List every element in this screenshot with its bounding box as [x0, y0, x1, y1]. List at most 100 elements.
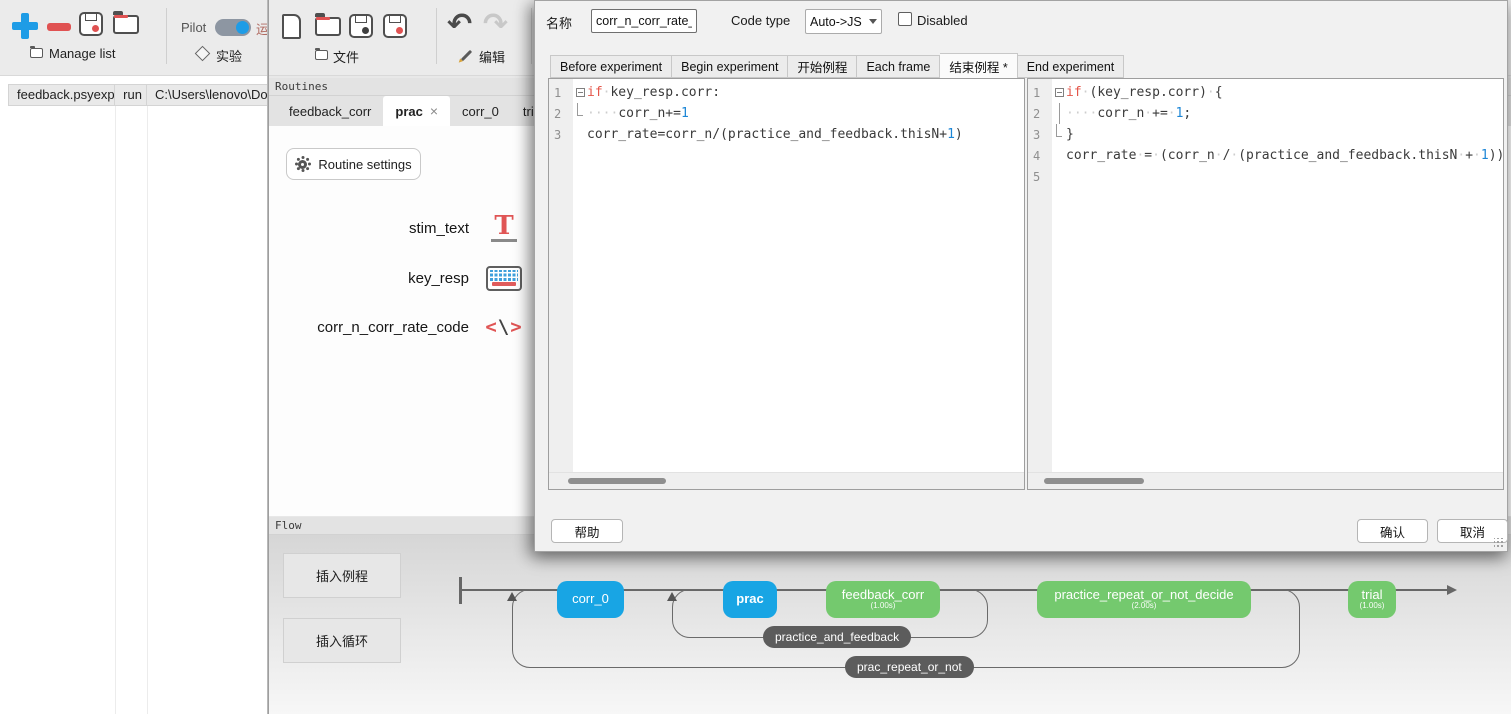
token: } — [1066, 127, 1074, 142]
experiment-file-cell[interactable]: feedback.psyexp — [9, 85, 115, 105]
list-column-divider — [147, 106, 148, 714]
routine-tab-corr_0[interactable]: corr_0 — [450, 96, 511, 126]
disabled-label: Disabled — [917, 13, 968, 28]
routine-tab-label: prac — [395, 104, 422, 119]
fold-box-icon[interactable] — [1055, 88, 1064, 97]
code-tab-Before_experiment[interactable]: Before experiment — [550, 55, 672, 78]
fold-marker — [1052, 124, 1066, 145]
undo-icon[interactable]: ↶ — [447, 10, 472, 40]
token: · — [1168, 106, 1176, 121]
code-type-select[interactable]: Auto->JS — [805, 9, 882, 34]
code-tab-结束例程__[interactable]: 结束例程 * — [940, 53, 1017, 79]
experiment-action-cell[interactable]: run — [115, 85, 147, 105]
pilot-toggle-knob — [236, 21, 249, 34]
token: = — [673, 106, 681, 121]
save-as-icon[interactable] — [383, 14, 407, 38]
token: / — [712, 127, 720, 142]
code-editors: 1if·key_resp.corr:2····corr_n+=13corr_ra… — [548, 78, 1504, 490]
add-experiment-icon[interactable] — [12, 13, 38, 39]
flow-routine-prac[interactable]: prac — [723, 581, 777, 618]
line-number: 4 — [1028, 149, 1052, 163]
component-stim_text[interactable]: stim_textT — [285, 215, 523, 242]
routine-tab-prac[interactable]: prac × — [383, 96, 450, 126]
token: . — [673, 85, 681, 100]
list-column-divider — [115, 106, 116, 714]
flow-routine-trial[interactable]: trial(1.00s) — [1348, 581, 1396, 618]
insert-loop-button[interactable]: 插入循环 — [283, 618, 401, 663]
insert-routine-button[interactable]: 插入例程 — [283, 553, 401, 598]
help-button[interactable]: 帮助 — [551, 519, 623, 543]
open-list-icon[interactable] — [113, 15, 139, 34]
js-code-editor[interactable]: 1if·(key_resp.corr)·{2····corr_n·+=·1;3}… — [1027, 78, 1504, 490]
chevron-down-icon — [869, 19, 877, 24]
close-icon[interactable]: × — [430, 103, 438, 119]
experiment-path-cell[interactable]: C:\Users\lenovo\Do — [147, 85, 267, 105]
token: + — [939, 127, 947, 142]
save-list-icon[interactable] — [79, 12, 103, 36]
flow-routine-corr_0[interactable]: corr_0 — [557, 581, 624, 618]
fold-box-icon[interactable] — [576, 88, 585, 97]
open-file-icon[interactable] — [315, 17, 341, 36]
flow-loop-label-prac_repeat_or_not[interactable]: prac_repeat_or_not — [845, 656, 974, 678]
line-number: 5 — [1028, 170, 1052, 184]
horizontal-scrollbar[interactable] — [1028, 472, 1503, 489]
token: ) — [1489, 148, 1497, 163]
flow-routine-name: prac — [736, 592, 763, 606]
token: corr_rate — [587, 127, 657, 142]
remove-experiment-icon[interactable] — [47, 23, 71, 31]
routine-tab-feedback_corr[interactable]: feedback_corr — [277, 96, 383, 126]
experiment-list-row[interactable]: feedback.psyexp run C:\Users\lenovo\Do — [8, 84, 268, 106]
save-icon[interactable] — [349, 14, 373, 38]
horizontal-scrollbar[interactable] — [549, 472, 1024, 489]
fold-guide-end — [1056, 124, 1062, 145]
python-code-editor[interactable]: 1if·key_resp.corr:2····corr_n+=13corr_ra… — [548, 78, 1025, 490]
folder-icon — [30, 48, 43, 58]
runner-window: Manage list Pilot 运行 实验 feedback.psyexp … — [0, 0, 268, 714]
flow-routine-practice_repeat_or_not_decide[interactable]: practice_repeat_or_not_decide(2.00s) — [1037, 581, 1251, 618]
code-tab-Each_frame[interactable]: Each frame — [857, 55, 940, 78]
ok-button[interactable]: 确认 — [1357, 519, 1428, 543]
name-input[interactable] — [591, 9, 697, 33]
flow-panel: 插入例程 插入循环 — [269, 535, 1511, 714]
token: ) — [1497, 148, 1504, 163]
flow-routine-feedback_corr[interactable]: feedback_corr(1.00s) — [826, 581, 940, 618]
resize-grip[interactable] — [1494, 538, 1504, 548]
token: ( — [720, 127, 728, 142]
fold-guide-end — [577, 103, 583, 124]
token: corr_n — [1168, 148, 1215, 163]
pilot-toggle[interactable] — [215, 19, 251, 36]
component-corr_n_corr_rate_code[interactable]: corr_n_corr_rate_code<\> — [285, 316, 523, 338]
disabled-checkbox[interactable] — [898, 12, 912, 26]
scrollbar-thumb[interactable] — [1044, 478, 1144, 484]
code-line: 5 — [1028, 166, 1503, 187]
component-key_resp[interactable]: key_resp — [285, 266, 523, 291]
screen: Manage list Pilot 运行 实验 feedback.psyexp … — [0, 0, 1511, 714]
code-text: ····corr_n+=1 — [587, 106, 689, 121]
code-text: corr_rate=corr_n/(practice_and_feedback.… — [587, 127, 963, 142]
token: ( — [1238, 148, 1246, 163]
keyboard-component-icon — [485, 266, 523, 291]
code-tab-开始例程[interactable]: 开始例程 — [788, 55, 857, 78]
lt: < — [485, 316, 497, 338]
token: corr_rate — [1066, 148, 1136, 163]
routine-tab-label: feedback_corr — [289, 104, 371, 119]
flow-routine-duration: (2.00s) — [1132, 602, 1157, 611]
fold-marker[interactable] — [1052, 82, 1066, 103]
flow-routine-name: feedback_corr — [842, 588, 924, 602]
fold-marker[interactable] — [573, 82, 587, 103]
code-component-dialog: 名称 Code type Auto->JS Disabled Before ex… — [534, 0, 1508, 552]
code-tab-Begin_experiment[interactable]: Begin experiment — [672, 55, 788, 78]
component-label: key_resp — [285, 270, 485, 287]
scrollbar-thumb[interactable] — [568, 478, 666, 484]
flow-loop-label-practice_and_feedback[interactable]: practice_and_feedback — [763, 626, 911, 648]
runner-toolbar: Manage list Pilot 运行 实验 — [0, 0, 268, 76]
code-line: 1if·(key_resp.corr)·{ — [1028, 82, 1503, 103]
code-line: 4corr_rate·=·(corr_n·/·(practice_and_fee… — [1028, 145, 1503, 166]
code-phase-tabs: Before experimentBegin experiment开始例程Eac… — [550, 55, 1124, 78]
token: ; — [1183, 106, 1191, 121]
code-line: 2····corr_n+=1 — [549, 103, 1024, 124]
code-text: corr_rate·=·(corr_n·/·(practice_and_feed… — [1066, 148, 1504, 163]
new-file-icon[interactable] — [282, 14, 301, 39]
code-tab-End_experiment[interactable]: End experiment — [1018, 55, 1125, 78]
routine-settings-button[interactable]: Routine settings — [286, 148, 421, 180]
